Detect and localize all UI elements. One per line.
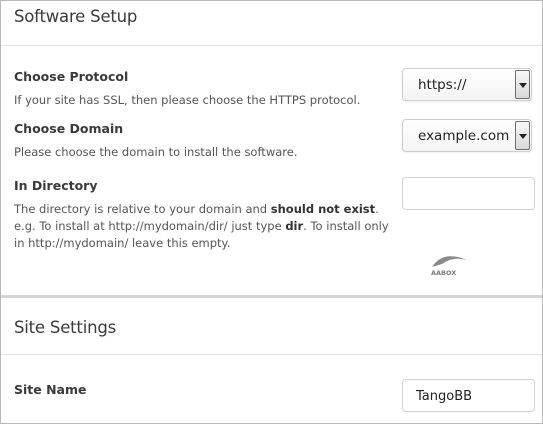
domain-label: Choose Domain — [14, 121, 124, 136]
installer-panel: Software Setup Choose Protocol If your s… — [0, 0, 543, 424]
domain-select[interactable]: example.com — [402, 119, 532, 152]
section-separator — [1, 295, 542, 298]
directory-input[interactable] — [402, 177, 535, 210]
protocol-select[interactable]: https:// — [402, 68, 532, 101]
site-settings-title: Site Settings — [14, 318, 116, 337]
aabox-logo-icon: AABOX — [431, 256, 467, 277]
software-setup-title: Software Setup — [14, 7, 138, 26]
protocol-label: Choose Protocol — [14, 69, 129, 84]
directory-help-emphasis: should not exist — [270, 202, 376, 216]
site-name-input[interactable]: TangoBB — [402, 379, 535, 412]
chevron-down-icon[interactable] — [515, 121, 530, 150]
directory-help-text: The directory is relative to your domain… — [14, 202, 271, 216]
section-divider — [1, 354, 542, 355]
directory-label: In Directory — [14, 178, 98, 193]
directory-help-emphasis: dir — [285, 219, 304, 233]
domain-select-value: example.com — [418, 128, 510, 144]
site-name-label: Site Name — [14, 382, 87, 397]
protocol-help: If your site has SSL, then please choose… — [14, 93, 361, 107]
domain-help: Please choose the domain to install the … — [14, 145, 298, 159]
directory-help: The directory is relative to your domain… — [14, 201, 399, 252]
logo-text: AABOX — [431, 269, 456, 277]
aabox-logo: AABOX — [427, 251, 473, 277]
chevron-down-icon[interactable] — [515, 70, 530, 99]
site-name-input-value: TangoBB — [416, 389, 473, 404]
section-divider — [1, 45, 542, 46]
protocol-select-value: https:// — [418, 77, 467, 93]
